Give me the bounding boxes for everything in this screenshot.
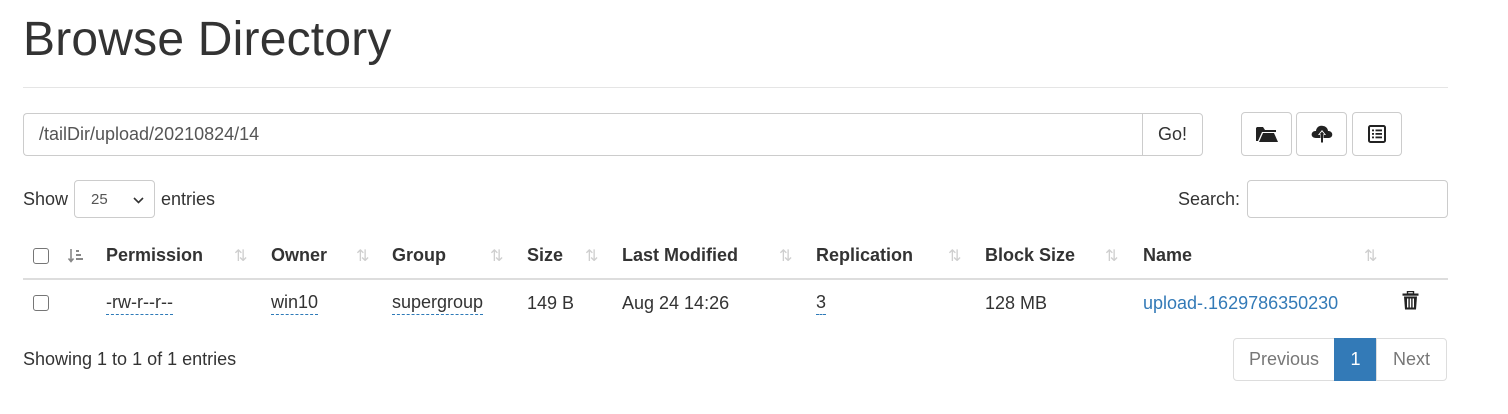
table-info: Showing 1 to 1 of 1 entries xyxy=(23,349,237,369)
row-select-checkbox[interactable] xyxy=(33,295,49,311)
search-label: Search: xyxy=(1177,188,1240,209)
list-alt-icon xyxy=(1368,125,1386,143)
page-title: Browse Directory xyxy=(23,13,392,66)
table-search: Search: xyxy=(1178,180,1448,218)
permission-value[interactable]: -rw-r--r-- xyxy=(106,291,173,315)
go-button[interactable]: Go! xyxy=(1142,113,1203,156)
size-value: 149 B xyxy=(527,292,575,313)
sort-ascending-icon[interactable] xyxy=(67,233,85,278)
column-header-size[interactable]: Size xyxy=(527,233,563,278)
file-name-link[interactable]: upload-.1629786350230 xyxy=(1143,280,1338,326)
cloud-upload-icon xyxy=(1310,124,1334,144)
column-header-block-size[interactable]: Block Size xyxy=(985,233,1075,278)
last-modified-value: Aug 24 14:26 xyxy=(622,292,730,313)
previous-page-button[interactable]: Previous xyxy=(1233,338,1335,381)
folder-open-icon xyxy=(1255,125,1279,143)
chevron-down-icon xyxy=(133,191,144,208)
entries-per-page-select[interactable]: 25 xyxy=(74,180,156,218)
column-header-permission[interactable]: Permission xyxy=(106,233,203,278)
owner-value[interactable]: win10 xyxy=(271,291,319,315)
page-1-button[interactable]: 1 xyxy=(1334,338,1377,381)
path-input[interactable] xyxy=(23,113,1142,156)
path-bar: Go! xyxy=(23,113,1203,156)
upload-files-button[interactable] xyxy=(1296,112,1347,156)
next-page-button[interactable]: Next xyxy=(1376,338,1447,381)
file-table: Permission ⇅ Owner ⇅ Group ⇅ Size ⇅ Last… xyxy=(23,233,1448,326)
sort-both-icon[interactable]: ⇅ xyxy=(234,233,247,278)
trash-icon xyxy=(1402,290,1419,315)
entries-length-control: Show 25 entries xyxy=(23,180,215,218)
sort-both-icon[interactable]: ⇅ xyxy=(585,233,598,278)
column-header-last-modified[interactable]: Last Modified xyxy=(622,233,738,278)
select-all-checkbox[interactable] xyxy=(33,247,49,264)
delete-file-button[interactable] xyxy=(1402,280,1419,326)
table-header-row: Permission ⇅ Owner ⇅ Group ⇅ Size ⇅ Last… xyxy=(23,233,1448,280)
pagination: Previous 1 Next xyxy=(1233,338,1447,381)
sort-both-icon[interactable]: ⇅ xyxy=(779,233,792,278)
replication-value[interactable]: 3 xyxy=(816,291,827,315)
group-value[interactable]: supergroup xyxy=(392,291,484,315)
column-header-replication[interactable]: Replication xyxy=(816,233,913,278)
sort-both-icon[interactable]: ⇅ xyxy=(1105,233,1118,278)
sort-both-icon[interactable]: ⇅ xyxy=(356,233,369,278)
create-directory-button[interactable] xyxy=(1241,112,1292,156)
cut-paste-button[interactable] xyxy=(1352,112,1402,156)
block-size-value: 128 MB xyxy=(985,292,1048,313)
sort-both-icon[interactable]: ⇅ xyxy=(490,233,503,278)
sort-both-icon[interactable]: ⇅ xyxy=(1364,233,1377,278)
title-divider xyxy=(23,87,1448,88)
entries-per-page-value: 25 xyxy=(91,190,108,208)
column-header-group[interactable]: Group xyxy=(392,233,446,278)
sort-both-icon[interactable]: ⇅ xyxy=(948,233,961,278)
column-header-owner[interactable]: Owner xyxy=(271,233,327,278)
show-label: Show xyxy=(23,188,69,209)
table-row: -rw-r--r-- win10 supergroup 149 B Aug 24… xyxy=(23,280,1448,326)
search-input[interactable] xyxy=(1247,180,1448,218)
column-header-name[interactable]: Name xyxy=(1143,233,1192,278)
entries-label: entries xyxy=(161,188,216,209)
